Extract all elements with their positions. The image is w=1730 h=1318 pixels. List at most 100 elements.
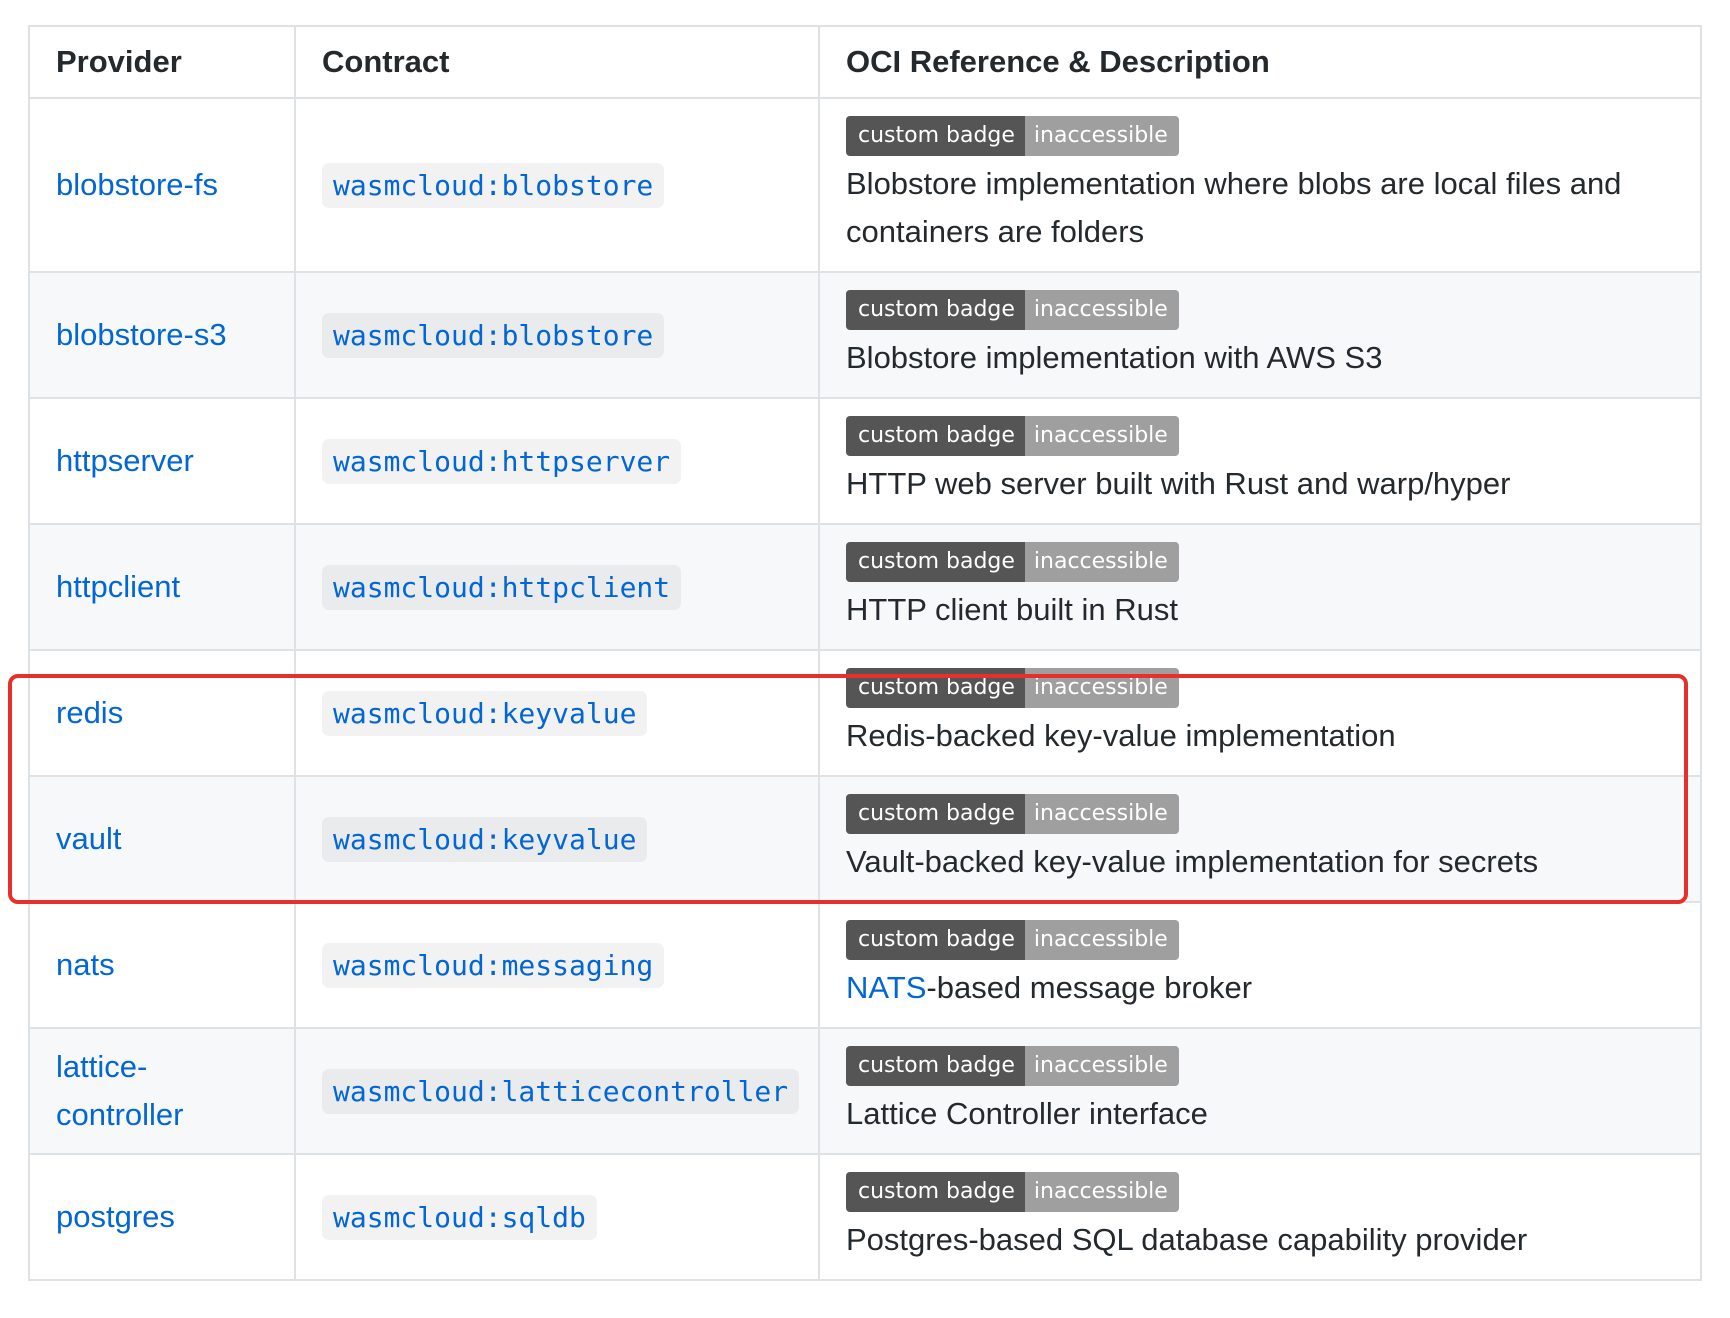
oci-badge[interactable]: custom badge inaccessible: [846, 416, 1179, 456]
contract-cell: wasmcloud:latticecontroller: [294, 1027, 820, 1155]
badge-label: custom badge: [846, 290, 1025, 330]
oci-cell: custom badge inaccessible Lattice Control…: [818, 1027, 1702, 1155]
oci-cell: custom badge inaccessible HTTP client bui…: [818, 523, 1702, 651]
badge-label: custom badge: [846, 542, 1025, 582]
oci-cell: custom badge inaccessible HTTP web server…: [818, 397, 1702, 525]
contract-code[interactable]: wasmcloud:keyvalue: [322, 816, 648, 862]
oci-cell: custom badge inaccessible Redis-backed ke…: [818, 649, 1702, 777]
oci-badge[interactable]: custom badge inaccessible: [846, 116, 1179, 156]
badge-status: inaccessible: [1024, 668, 1179, 708]
contract-cell: wasmcloud:httpclient: [294, 523, 820, 651]
provider-link[interactable]: redis: [56, 689, 123, 737]
description: Postgres-based SQL database capability p…: [846, 1222, 1528, 1257]
provider-cell: postgres: [28, 1153, 296, 1281]
description: HTTP web server built with Rust and warp…: [846, 466, 1511, 501]
table-row: lattice-controller wasmcloud:latticecont…: [28, 1027, 1702, 1155]
contract-cell: wasmcloud:httpserver: [294, 397, 820, 525]
contract-code[interactable]: wasmcloud:blobstore: [322, 312, 665, 358]
contract-cell: wasmcloud:sqldb: [294, 1153, 820, 1281]
description: Redis-backed key-value implementation: [846, 718, 1396, 753]
badge-status: inaccessible: [1024, 116, 1179, 156]
contract-code[interactable]: wasmcloud:messaging: [322, 942, 665, 988]
provider-link[interactable]: vault: [56, 815, 121, 863]
oci-cell: custom badge inaccessible Postgres-based …: [818, 1153, 1702, 1281]
badge-label: custom badge: [846, 1172, 1025, 1212]
badge-status: inaccessible: [1024, 1172, 1179, 1212]
oci-badge[interactable]: custom badge inaccessible: [846, 542, 1179, 582]
provider-link[interactable]: httpserver: [56, 437, 194, 485]
provider-link[interactable]: nats: [56, 941, 115, 989]
oci-cell: custom badge inaccessible Blobstore imple…: [818, 271, 1702, 399]
header-oci-reference: OCI Reference & Description: [818, 25, 1702, 99]
badge-status: inaccessible: [1024, 416, 1179, 456]
oci-badge[interactable]: custom badge inaccessible: [846, 1172, 1179, 1212]
table-row: blobstore-fs wasmcloud:blobstore custom …: [28, 97, 1702, 273]
table-row: blobstore-s3 wasmcloud:blobstore custom …: [28, 271, 1702, 399]
table-row: httpclient wasmcloud:httpclient custom b…: [28, 523, 1702, 651]
table-row: redis wasmcloud:keyvalue custom badge ina…: [28, 649, 1702, 777]
table-row: nats wasmcloud:messaging custom badge ina…: [28, 901, 1702, 1029]
provider-link[interactable]: postgres: [56, 1193, 175, 1241]
badge-status: inaccessible: [1024, 920, 1179, 960]
contract-code[interactable]: wasmcloud:blobstore: [322, 162, 665, 208]
provider-cell: lattice-controller: [28, 1027, 296, 1155]
oci-badge[interactable]: custom badge inaccessible: [846, 290, 1179, 330]
contract-code[interactable]: wasmcloud:httpserver: [322, 438, 682, 484]
provider-cell: httpserver: [28, 397, 296, 525]
oci-badge[interactable]: custom badge inaccessible: [846, 668, 1179, 708]
providers-table-container: Provider Contract OCI Reference & Descri…: [28, 25, 1702, 1281]
description: Lattice Controller interface: [846, 1096, 1208, 1131]
contract-cell: wasmcloud:blobstore: [294, 97, 820, 273]
badge-label: custom badge: [846, 794, 1025, 834]
provider-link[interactable]: lattice-controller: [56, 1043, 184, 1139]
badge-status: inaccessible: [1024, 542, 1179, 582]
badge-label: custom badge: [846, 416, 1025, 456]
providers-table: Provider Contract OCI Reference & Descri…: [28, 25, 1702, 1281]
description: Blobstore implementation with AWS S3: [846, 340, 1383, 375]
provider-line-1: lattice-: [56, 1048, 148, 1084]
oci-badge[interactable]: custom badge inaccessible: [846, 1046, 1179, 1086]
provider-line-2: controller: [56, 1097, 184, 1132]
oci-badge[interactable]: custom badge inaccessible: [846, 794, 1179, 834]
contract-code[interactable]: wasmcloud:keyvalue: [322, 690, 648, 736]
description: Blobstore implementation where blobs are…: [846, 166, 1622, 249]
contract-code[interactable]: wasmcloud:latticecontroller: [322, 1068, 800, 1114]
table-row: httpserver wasmcloud:httpserver custom b…: [28, 397, 1702, 525]
provider-cell: vault: [28, 775, 296, 903]
contract-cell: wasmcloud:keyvalue: [294, 775, 820, 903]
badge-status: inaccessible: [1024, 1046, 1179, 1086]
oci-cell: custom badge inaccessible Blobstore imple…: [818, 97, 1702, 273]
badge-label: custom badge: [846, 1046, 1025, 1086]
oci-badge[interactable]: custom badge inaccessible: [846, 920, 1179, 960]
provider-link[interactable]: blobstore-s3: [56, 311, 227, 359]
badge-label: custom badge: [846, 116, 1025, 156]
badge-status: inaccessible: [1024, 794, 1179, 834]
description: NATS-based message broker: [846, 964, 1674, 1012]
table-header-row: Provider Contract OCI Reference & Descri…: [28, 25, 1702, 99]
contract-code[interactable]: wasmcloud:httpclient: [322, 564, 682, 610]
description-rest: -based message broker: [926, 970, 1253, 1005]
contract-code[interactable]: wasmcloud:sqldb: [322, 1194, 597, 1240]
badge-label: custom badge: [846, 920, 1025, 960]
description: HTTP client built in Rust: [846, 592, 1178, 627]
provider-cell: blobstore-s3: [28, 271, 296, 399]
provider-cell: redis: [28, 649, 296, 777]
contract-cell: wasmcloud:keyvalue: [294, 649, 820, 777]
nats-link[interactable]: NATS: [846, 970, 926, 1005]
badge-label: custom badge: [846, 668, 1025, 708]
header-contract: Contract: [294, 25, 820, 99]
provider-link[interactable]: httpclient: [56, 563, 180, 611]
oci-cell: custom badge inaccessible NATS-based mess…: [818, 901, 1702, 1029]
header-provider: Provider: [28, 25, 296, 99]
provider-cell: blobstore-fs: [28, 97, 296, 273]
provider-cell: httpclient: [28, 523, 296, 651]
badge-status: inaccessible: [1024, 290, 1179, 330]
provider-link[interactable]: blobstore-fs: [56, 161, 218, 209]
contract-cell: wasmcloud:blobstore: [294, 271, 820, 399]
oci-cell: custom badge inaccessible Vault-backed ke…: [818, 775, 1702, 903]
table-row: postgres wasmcloud:sqldb custom badge ina…: [28, 1153, 1702, 1281]
table-row: vault wasmcloud:keyvalue custom badge ina…: [28, 775, 1702, 903]
contract-cell: wasmcloud:messaging: [294, 901, 820, 1029]
description: Vault-backed key-value implementation fo…: [846, 844, 1539, 879]
provider-cell: nats: [28, 901, 296, 1029]
